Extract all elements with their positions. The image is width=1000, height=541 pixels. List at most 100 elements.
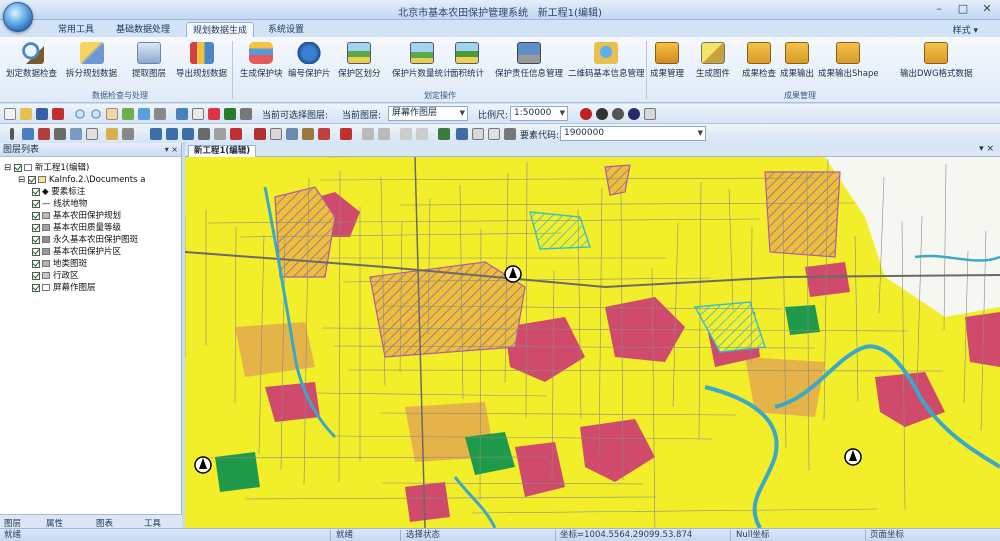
- ribbon-button-generate-map[interactable]: 生成图件: [696, 42, 730, 79]
- current-layer-select[interactable]: 屏幕作图层 ▼: [388, 106, 468, 121]
- map-marker[interactable]: [504, 265, 522, 283]
- attribute-icon[interactable]: [504, 128, 516, 140]
- document-tab[interactable]: 新工程1(编辑): [188, 145, 257, 157]
- grid-view-icon[interactable]: [488, 128, 500, 140]
- layer-tree-item[interactable]: 基本农田质量等级: [32, 223, 121, 234]
- tab-planning-data[interactable]: 规划数据生成: [186, 22, 255, 38]
- open-icon[interactable]: [20, 108, 32, 120]
- ribbon-button-result-check[interactable]: 成果检查: [742, 42, 776, 79]
- layer-tree-item[interactable]: ⊟ KaInfo.2.\Documents a: [18, 175, 145, 186]
- select-rect-icon[interactable]: [22, 128, 34, 140]
- refresh-icon[interactable]: [138, 108, 150, 120]
- pointer-icon[interactable]: [10, 128, 14, 140]
- layer-tree-item[interactable]: ◆ 要素标注: [32, 187, 85, 198]
- layer-tree-item[interactable]: — 线状地物: [32, 199, 87, 210]
- layer-checkbox[interactable]: [27, 175, 36, 184]
- tab-common-tools[interactable]: 常用工具: [52, 22, 100, 38]
- ribbon-button-responsibility[interactable]: 保护责任信息管理: [495, 42, 563, 79]
- layer-tree-item[interactable]: 永久基本农田保护图斑: [32, 235, 138, 246]
- ribbon-button-number-piece[interactable]: 编号保护片: [288, 42, 331, 79]
- layer-checkbox[interactable]: [32, 211, 40, 220]
- ribbon-button-result-management[interactable]: 成果管理: [650, 42, 684, 79]
- layer-icon[interactable]: [224, 108, 236, 120]
- copy-icon[interactable]: [70, 128, 82, 140]
- map-svg[interactable]: [185, 157, 1000, 528]
- record-icon[interactable]: [580, 108, 592, 120]
- tab-system-settings[interactable]: 系统设置: [262, 22, 310, 38]
- delete-icon[interactable]: [208, 108, 220, 120]
- document-icon[interactable]: [192, 108, 204, 120]
- table-icon[interactable]: [472, 128, 484, 140]
- element-code-select[interactable]: 1900000 ▼: [560, 126, 706, 141]
- area-icon[interactable]: [416, 128, 428, 140]
- layer-tree-item[interactable]: 屏幕作图层: [32, 283, 96, 294]
- target-icon[interactable]: [628, 108, 640, 120]
- close-button[interactable]: ✕: [974, 1, 1000, 17]
- layer-tree-item[interactable]: 基本农田保护规划: [32, 211, 121, 222]
- new-icon[interactable]: [4, 108, 16, 120]
- delete-feature-icon[interactable]: [318, 128, 330, 140]
- full-extent-icon[interactable]: [122, 108, 134, 120]
- map-canvas[interactable]: [185, 157, 1000, 528]
- ribbon-button-qrcode[interactable]: 二维码基本信息管理: [568, 42, 645, 79]
- maximize-button[interactable]: □: [950, 1, 976, 17]
- zoom-in-icon[interactable]: [74, 108, 86, 120]
- draw-point-icon[interactable]: [150, 128, 162, 140]
- paste-icon[interactable]: [86, 128, 98, 140]
- select-polygon-icon[interactable]: [38, 128, 50, 140]
- layer-checkbox[interactable]: [32, 247, 40, 256]
- merge-icon[interactable]: [270, 128, 282, 140]
- layer-checkbox[interactable]: [32, 187, 40, 196]
- previous-view-icon[interactable]: [154, 108, 166, 120]
- save-icon[interactable]: [36, 108, 48, 120]
- layer-checkbox[interactable]: [32, 283, 40, 292]
- map-marker[interactable]: [844, 448, 862, 466]
- layer-checkbox[interactable]: [13, 163, 22, 172]
- ribbon-button-split-data[interactable]: 拆分规划数据: [66, 42, 117, 79]
- ribbon-button-output-dwg[interactable]: 输出DWG格式数据: [900, 42, 973, 79]
- ribbon-button-zone-division[interactable]: 保护区划分: [338, 42, 381, 79]
- select-icon[interactable]: [176, 108, 188, 120]
- clip-icon[interactable]: [302, 128, 314, 140]
- layer-checkbox[interactable]: [32, 235, 40, 244]
- draw-polygon-icon[interactable]: [182, 128, 194, 140]
- map-marker[interactable]: [194, 456, 212, 474]
- snap-icon[interactable]: [438, 128, 450, 140]
- info-icon[interactable]: [240, 108, 252, 120]
- layer-tree-item[interactable]: ⊟ 新工程1(编辑): [4, 163, 89, 174]
- layer-checkbox[interactable]: [32, 259, 40, 268]
- forward-icon[interactable]: [340, 128, 352, 140]
- play-icon[interactable]: [612, 108, 624, 120]
- style-menu[interactable]: 样式 ▾: [953, 23, 978, 36]
- redo-icon[interactable]: [378, 128, 390, 140]
- ribbon-button-piece-count[interactable]: 保护片数量统计: [392, 42, 452, 79]
- ribbon-button-export-data[interactable]: 导出规划数据: [176, 42, 227, 79]
- expand-icon[interactable]: ⊟: [18, 175, 28, 185]
- ribbon-button-extract-layer[interactable]: 提取图层: [132, 42, 166, 79]
- layer-checkbox[interactable]: [32, 223, 40, 232]
- stop-icon[interactable]: [596, 108, 608, 120]
- mirror-icon[interactable]: [214, 128, 226, 140]
- move-icon[interactable]: [54, 128, 66, 140]
- scale-select[interactable]: 1:50000 ▼: [510, 106, 568, 121]
- ribbon-button-generate-block[interactable]: 生成保护块: [240, 42, 283, 79]
- close-doc-icon[interactable]: [52, 108, 64, 120]
- rotate-icon[interactable]: [198, 128, 210, 140]
- edit-tool-icon[interactable]: [456, 128, 468, 140]
- edit-node-icon[interactable]: [106, 128, 118, 140]
- expand-icon[interactable]: ⊟: [4, 163, 14, 173]
- tab-base-data[interactable]: 基础数据处理: [110, 22, 176, 38]
- split-line-icon[interactable]: [254, 128, 266, 140]
- doc-close-icon[interactable]: ▾ ×: [979, 144, 994, 154]
- layer-tree-item[interactable]: 基本农田保护片区: [32, 247, 121, 258]
- grid-icon[interactable]: [644, 108, 656, 120]
- add-node-icon[interactable]: [122, 128, 134, 140]
- ribbon-button-result-output[interactable]: 成果输出: [780, 42, 814, 79]
- application-menu-button[interactable]: [3, 2, 33, 32]
- layer-tree-item[interactable]: 行政区: [32, 271, 79, 282]
- panel-pin-button[interactable]: ▾ ×: [165, 143, 178, 157]
- undo-icon[interactable]: [362, 128, 374, 140]
- draw-line-icon[interactable]: [166, 128, 178, 140]
- ribbon-button-area-stats[interactable]: 面积统计: [450, 42, 484, 79]
- buffer-icon[interactable]: [286, 128, 298, 140]
